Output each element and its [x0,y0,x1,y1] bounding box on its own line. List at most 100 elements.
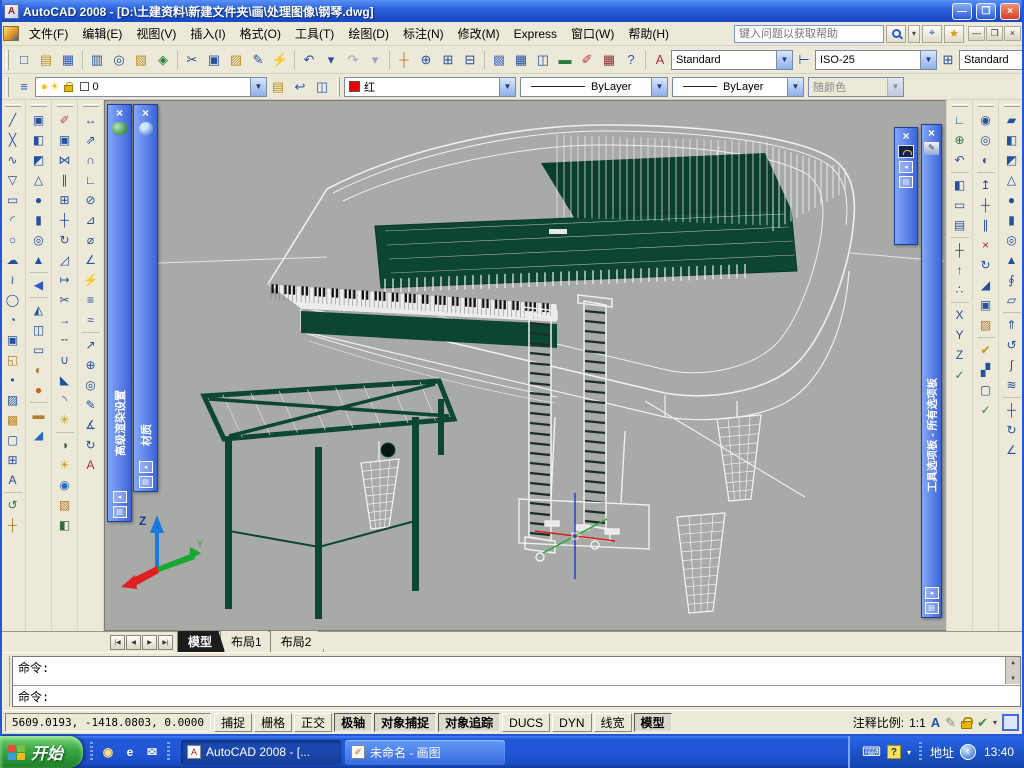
toolbar-lock-icon[interactable] [961,717,974,729]
minimize-button[interactable]: — [952,2,972,20]
tool-box-3d[interactable]: ◧ [28,130,49,150]
child-restore-button[interactable]: ❐ [986,26,1003,41]
tool-center-mark[interactable]: ◎ [80,375,101,395]
search-button[interactable] [886,24,906,43]
tool-dim-diameter[interactable]: ⌀ [80,230,101,250]
toolbar-grip[interactable] [6,76,9,97]
tool-ellipse[interactable]: ◯ [2,290,23,310]
close-icon[interactable]: × [142,107,149,119]
tool-box[interactable]: ◧ [1001,130,1022,150]
tool-table[interactable]: ⊞ [2,450,23,470]
tool-construction-line[interactable]: ╳ [2,130,23,150]
markup-icon[interactable]: ✐ [576,49,598,71]
tool-ucs-object[interactable]: ▭ [949,195,970,215]
cut-icon[interactable]: ✂ [181,49,203,71]
tab-layout2[interactable]: 布局2 [270,630,325,652]
favorites-button[interactable]: ★ [944,24,964,43]
tool-ucs-view[interactable]: ▤ [949,215,970,235]
toolbar-grip[interactable] [1003,104,1020,107]
scroll-down-icon[interactable]: ▼ [1011,675,1015,682]
tool-torus[interactable]: ◎ [1001,230,1022,250]
tool-render[interactable]: ◑ [54,435,75,455]
properties-icon[interactable]: ▩ [488,49,510,71]
tool-erase[interactable]: ✐ [54,110,75,130]
sheetset-icon[interactable]: ▬ [554,49,576,71]
menu-insert[interactable]: 插入(I) [183,22,232,45]
tool-distance[interactable]: ▬ [28,405,49,425]
tool-3d-hidden[interactable]: ▭ [28,340,49,360]
text-style-icon[interactable]: A [649,49,671,71]
tool-3d-align[interactable]: ∠ [1001,440,1022,460]
tool-join[interactable]: ∪ [54,350,75,370]
auto-hide-icon[interactable]: ◂ [138,461,153,473]
tool-gradient[interactable]: ▩ [2,410,23,430]
menu-tools[interactable]: 工具(T) [288,22,341,45]
tool-circle[interactable]: ○ [2,230,23,250]
tool-move-faces[interactable]: ┼ [975,195,996,215]
tool-copy[interactable]: ▣ [54,130,75,150]
help-search-input[interactable] [734,24,884,43]
zoom-window-icon[interactable]: ⊞ [437,49,459,71]
tool-dim-continue[interactable]: ≈ [80,310,101,330]
tool-copy-object[interactable]: ▣ [28,110,49,130]
tool-dim-style[interactable]: A [80,455,101,475]
toolbar-grip[interactable] [30,104,47,107]
layer-states-icon[interactable]: ▤ [267,76,289,98]
tool-dim-aligned[interactable]: ⇗ [80,130,101,150]
tool-ucs-3point[interactable]: ∴ [949,280,970,300]
tool-area[interactable]: ◢ [28,425,49,445]
zoom-previous-icon[interactable]: ⊟ [459,49,481,71]
tool-3d-rotate[interactable]: ↻ [1001,420,1022,440]
toolbar-grip[interactable] [951,104,968,107]
linetype-combo[interactable]: ByLayer ▼ [520,76,668,97]
toggle-osnap[interactable]: 对象捕捉 [374,713,437,732]
toggle-dyn[interactable]: DYN [552,713,592,732]
tool-point[interactable]: • [2,370,23,390]
tool-revision-cloud[interactable]: ☁ [2,250,23,270]
tool-break[interactable]: ╌ [54,330,75,350]
publish-icon[interactable]: ▧ [130,49,152,71]
toggle-ducs[interactable]: DUCS [502,713,551,732]
menu-modify[interactable]: 修改(M) [451,22,507,45]
menu-dimension[interactable]: 标注(N) [396,22,451,45]
child-close-button[interactable]: × [1004,26,1021,41]
address-toolbar-label[interactable]: 地址 [930,744,954,761]
tool-dim-radius[interactable]: ⊘ [80,190,101,210]
tool-dim-arc-length[interactable]: ∩ [80,150,101,170]
dashboard-palette[interactable]: × ◂ ▤ [894,127,918,245]
tool-pyramid[interactable]: ▲ [1001,250,1022,270]
tool-rectangle[interactable]: ▭ [2,190,23,210]
tab-nav-btn[interactable]: ◀ [126,635,141,650]
tool-polysolid[interactable]: ▰ [1001,110,1022,130]
tool-palettes-palette[interactable]: × ✎ 工具选项板 - 所有选项板 ◂ ▤ [921,124,942,618]
command-window-grip[interactable] [2,656,10,707]
tool-ucs-rotate-x[interactable]: X [949,305,970,325]
tool-ucs-rotate-z[interactable]: Z [949,345,970,365]
designcenter-icon[interactable]: ▦ [510,49,532,71]
tool-ucs-rotate-y[interactable]: Y [949,325,970,345]
tool-region[interactable]: ▢ [2,430,23,450]
menu-edit[interactable]: 编辑(E) [75,22,129,45]
open-icon[interactable]: ▤ [35,49,57,71]
tool-tolerance[interactable]: ⊕ [80,355,101,375]
toolbar-grip[interactable] [6,49,9,70]
tool-multiline-text[interactable]: A [2,470,23,490]
layer-previous-icon[interactable]: ↩ [289,76,311,98]
tool-intersect[interactable]: ◐ [975,150,996,170]
tool-make-block[interactable]: ◱ [2,350,23,370]
search-dropdown-button[interactable]: ▾ [908,24,920,43]
toolbar-grip[interactable] [337,76,340,97]
tool-lights[interactable]: ☀ [54,455,75,475]
tool-ucs-origin[interactable]: ┼ [949,240,970,260]
tool-chamfer[interactable]: ◣ [54,370,75,390]
outlook-icon[interactable]: ✉ [143,743,161,761]
tool-cone-3d[interactable]: △ [28,170,49,190]
close-button[interactable]: × [1000,2,1020,20]
command-scrollbar[interactable]: ▲ ▼ [1005,657,1020,684]
tool-torus-3d[interactable]: ◎ [28,230,49,250]
chevron-down-icon[interactable]: ▼ [651,77,667,96]
tool-fillet[interactable]: ◝ [54,390,75,410]
menu-file[interactable]: 文件(F) [22,22,75,45]
taskbar-task-autocad[interactable]: A AutoCAD 2008 - [... [181,739,342,765]
tool-dim-linear[interactable]: ↔ [80,110,101,130]
